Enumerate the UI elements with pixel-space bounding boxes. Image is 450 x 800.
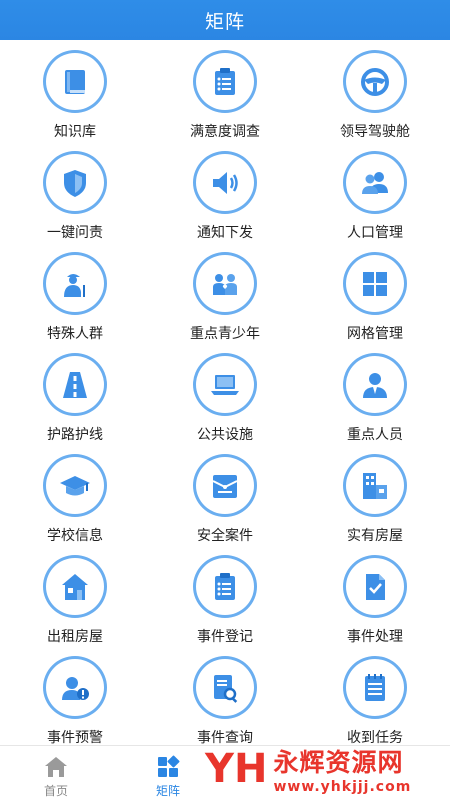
grid-item-notification[interactable]: 通知下发 [150,141,300,242]
person-icon [343,353,407,416]
grid-item-label: 网格管理 [347,326,403,342]
document-check-icon [343,555,407,618]
grid-item-label: 公共设施 [197,427,253,443]
matrix-icon [158,755,180,777]
grid-item-label: 安全案件 [197,528,253,544]
grid-item-key-youth[interactable]: 重点青少年 [150,242,300,343]
house-icon [43,555,107,618]
document-search-icon [193,656,257,719]
grid-item-special-groups[interactable]: 特殊人群 [0,242,150,343]
grid-item-label: 学校信息 [47,528,103,544]
grid-item-label: 一键问责 [47,225,103,241]
tab-fourth[interactable] [336,746,450,800]
building-icon [343,454,407,517]
grid-item-event-alert[interactable]: 事件预警 [0,646,150,747]
case-box-icon [193,454,257,517]
grid-item-label: 护路护线 [47,427,103,443]
grid-item-population[interactable]: 人口管理 [300,141,450,242]
graduation-cap-icon [43,454,107,517]
alert-icon [43,656,107,719]
grid-item-label: 收到任务 [347,730,403,746]
road-icon [43,353,107,416]
grid-item-security-cases[interactable]: 安全案件 [150,444,300,545]
steering-wheel-icon [343,50,407,113]
people-icon [343,151,407,214]
speaker-icon [193,151,257,214]
bottom-tab-bar: 首页 矩阵 [0,745,450,800]
elderly-icon [43,252,107,315]
tab-third[interactable] [224,746,336,800]
clipboard-icon [193,50,257,113]
grid-item-label: 实有房屋 [347,528,403,544]
clipboard-icon [193,555,257,618]
laptop-icon [193,353,257,416]
task-list-icon [343,656,407,719]
page-title: 矩阵 [204,10,245,33]
grid-item-event-registration[interactable]: 事件登记 [150,545,300,646]
feature-grid: 知识库 满意度调查 领导驾驶舱 一键问责 通知下发 人口管理 特殊人群 重点青少… [0,40,450,747]
grid-item-grid-management[interactable]: 网格管理 [300,242,450,343]
grid-item-label: 出租房屋 [47,629,103,645]
tab-label: 首页 [43,784,68,798]
grid-item-label: 事件处理 [347,629,403,645]
grid-item-label: 通知下发 [197,225,253,241]
grid-item-event-query[interactable]: 事件查询 [150,646,300,747]
grid-item-school-info[interactable]: 学校信息 [0,444,150,545]
grid-item-event-handling[interactable]: 事件处理 [300,545,450,646]
tab-label: 矩阵 [155,784,180,798]
grid-icon [343,252,407,315]
grid-item-actual-housing[interactable]: 实有房屋 [300,444,450,545]
grid-item-label: 特殊人群 [47,326,103,342]
book-icon [43,50,107,113]
grid-item-label: 知识库 [54,124,96,140]
grid-item-label: 领导驾驶舱 [340,124,410,140]
tab-home[interactable]: 首页 [0,746,112,800]
grid-item-label: 重点青少年 [190,326,260,342]
app-header: 矩阵 [0,0,450,40]
grid-item-label: 满意度调查 [190,124,260,140]
tab-matrix[interactable]: 矩阵 [112,746,224,800]
grid-item-label: 事件查询 [197,730,253,746]
grid-item-label: 事件登记 [197,629,253,645]
grid-item-rental-housing[interactable]: 出租房屋 [0,545,150,646]
grid-item-leader-cockpit[interactable]: 领导驾驶舱 [300,40,450,141]
grid-item-label: 事件预警 [47,730,103,746]
grid-item-satisfaction-survey[interactable]: 满意度调查 [150,40,300,141]
grid-item-public-facilities[interactable]: 公共设施 [150,343,300,444]
grid-item-received-tasks[interactable]: 收到任务 [300,646,450,747]
grid-item-accountability[interactable]: 一键问责 [0,141,150,242]
grid-item-key-persons[interactable]: 重点人员 [300,343,450,444]
grid-item-knowledge-base[interactable]: 知识库 [0,40,150,141]
youth-icon [193,252,257,315]
shield-icon [43,151,107,214]
home-icon [45,757,67,777]
grid-item-label: 重点人员 [347,427,403,443]
grid-item-road-protection[interactable]: 护路护线 [0,343,150,444]
grid-item-label: 人口管理 [347,225,403,241]
